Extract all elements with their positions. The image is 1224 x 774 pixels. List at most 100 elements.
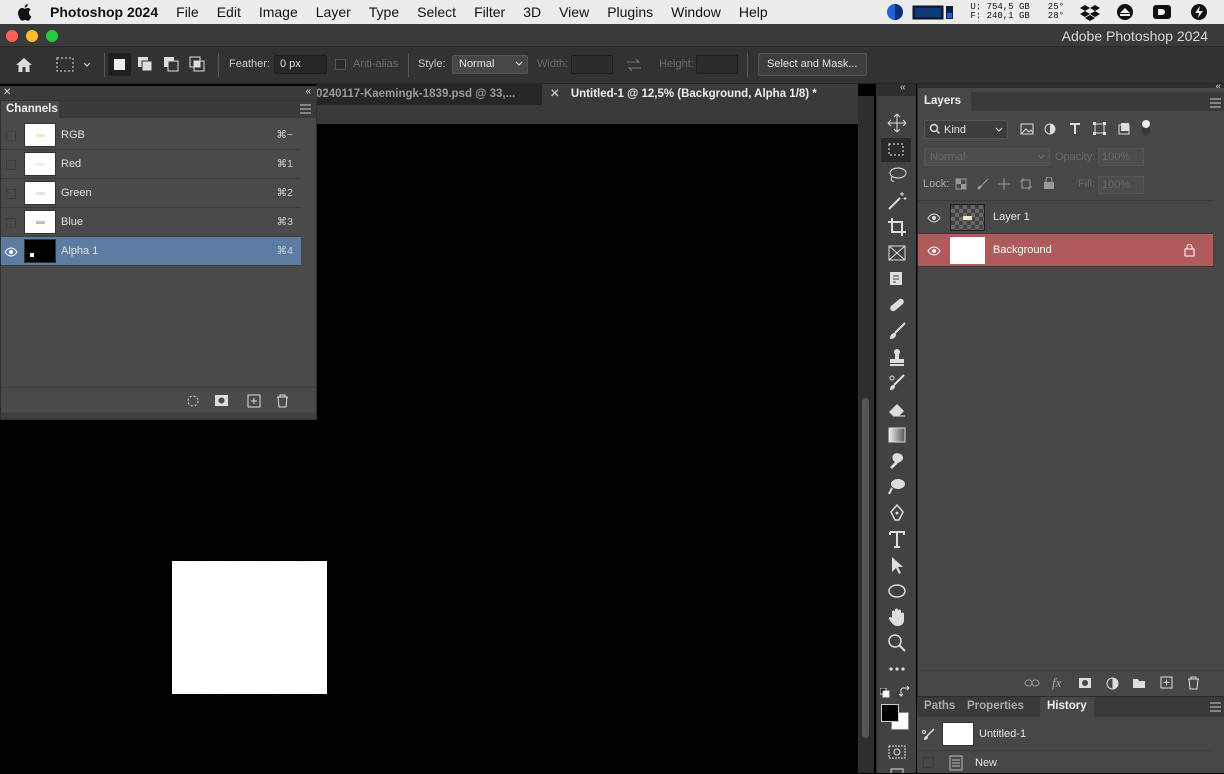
layers-scrollbar[interactable] xyxy=(1213,201,1224,671)
sidecar-status-icon[interactable] xyxy=(1152,3,1172,21)
apple-icon[interactable] xyxy=(0,0,48,24)
menu-edit[interactable]: Edit xyxy=(208,0,250,24)
lock-position-icon[interactable] xyxy=(998,178,1010,190)
collapse-panel-icon[interactable]: « xyxy=(305,86,311,97)
memory-status-icon[interactable] xyxy=(912,3,954,21)
close-window-button[interactable] xyxy=(6,30,18,42)
style-select[interactable]: Normal xyxy=(452,55,528,74)
filter-type-icon[interactable] xyxy=(1069,122,1081,135)
visibility-toggle[interactable] xyxy=(6,189,16,199)
marquee-preset-icon[interactable] xyxy=(56,57,94,73)
screen-mode-icon[interactable] xyxy=(886,766,908,773)
panel-resize-handle[interactable] xyxy=(1,413,316,419)
fill-input[interactable]: 100% xyxy=(1098,176,1144,194)
menu-app-name[interactable]: Photoshop 2024 xyxy=(48,0,167,24)
tab-history[interactable]: History xyxy=(1040,697,1094,717)
filter-shape-icon[interactable] xyxy=(1093,122,1106,135)
hand-tool-icon[interactable] xyxy=(886,606,908,628)
gradient-tool-icon[interactable] xyxy=(886,424,908,446)
tab-untitled-1[interactable]: ✕ Untitled-1 @ 12,5% (Background, Alpha … xyxy=(542,84,858,105)
crop-tool-icon[interactable] xyxy=(886,216,908,238)
eyedropper-tool-icon[interactable] xyxy=(886,268,908,290)
eye-icon[interactable] xyxy=(4,245,18,259)
zoom-tool-icon[interactable] xyxy=(886,632,908,654)
lasso-tool-icon[interactable] xyxy=(886,164,908,186)
channel-row-alpha-1[interactable]: Alpha 1 ⌘4 xyxy=(1,237,301,266)
panel-menu-icon[interactable] xyxy=(300,104,311,114)
history-source-checkbox[interactable] xyxy=(923,757,934,768)
new-group-icon[interactable] xyxy=(1132,677,1146,689)
subtract-from-selection-icon[interactable] xyxy=(163,56,180,73)
intersect-selection-icon[interactable] xyxy=(189,56,206,73)
delete-layer-icon[interactable] xyxy=(1187,676,1200,690)
scrollbar-thumb[interactable] xyxy=(862,398,869,738)
swap-colors-icon[interactable] xyxy=(899,686,911,698)
lock-icon[interactable] xyxy=(1184,244,1195,257)
layer-row-background[interactable]: Background xyxy=(918,234,1213,267)
marquee-selection[interactable] xyxy=(172,561,327,694)
new-adjustment-layer-icon[interactable] xyxy=(1106,677,1119,690)
default-colors-icon[interactable] xyxy=(880,688,890,698)
filter-adjustment-icon[interactable] xyxy=(1044,123,1056,135)
bolt-status-icon[interactable] xyxy=(1190,3,1208,21)
zoom-window-button[interactable] xyxy=(46,30,58,42)
visibility-toggle[interactable] xyxy=(6,218,16,228)
add-to-selection-icon[interactable] xyxy=(137,56,154,73)
visibility-toggle[interactable] xyxy=(6,131,16,141)
home-icon[interactable] xyxy=(14,56,34,74)
menu-window[interactable]: Window xyxy=(662,0,730,24)
menu-type[interactable]: Type xyxy=(360,0,408,24)
move-tool-icon[interactable] xyxy=(886,112,908,134)
lock-all-icon[interactable] xyxy=(1043,177,1055,190)
menu-layer[interactable]: Layer xyxy=(307,0,360,24)
load-selection-icon[interactable] xyxy=(186,394,200,408)
minimize-window-button[interactable] xyxy=(26,30,38,42)
opacity-input[interactable]: 100% xyxy=(1098,148,1144,166)
lock-artboard-icon[interactable] xyxy=(1020,178,1032,190)
collapse-toolbar-icon[interactable]: « xyxy=(900,82,906,93)
globe-status-icon[interactable] xyxy=(886,3,904,21)
smudge-tool-icon[interactable] xyxy=(886,450,908,472)
save-selection-icon[interactable] xyxy=(214,394,229,407)
menu-file[interactable]: File xyxy=(167,0,208,24)
close-panel-icon[interactable]: ✕ xyxy=(3,87,11,98)
menu-help[interactable]: Help xyxy=(730,0,777,24)
tab-properties[interactable]: Properties xyxy=(960,697,1031,717)
channel-row-red[interactable]: Red ⌘1 xyxy=(1,150,301,179)
visibility-toggle[interactable] xyxy=(6,160,16,170)
eye-icon[interactable] xyxy=(927,212,941,224)
fx-icon[interactable]: fx xyxy=(1052,675,1061,691)
blend-mode-select[interactable]: Normal xyxy=(924,148,1050,166)
channel-row-green[interactable]: Green ⌘2 xyxy=(1,179,301,208)
panel-menu-icon[interactable] xyxy=(1210,702,1221,712)
select-and-mask-button[interactable]: Select and Mask... xyxy=(758,53,867,76)
menu-3d[interactable]: 3D xyxy=(514,0,550,24)
menu-image[interactable]: Image xyxy=(250,0,307,24)
history-state-row[interactable]: New xyxy=(917,750,1212,774)
rectangular-marquee-tool-icon[interactable] xyxy=(881,138,911,162)
width-input[interactable] xyxy=(571,55,613,74)
foreground-color-swatch[interactable] xyxy=(881,704,899,722)
menu-plugins[interactable]: Plugins xyxy=(598,0,662,24)
history-brush-tool-icon[interactable] xyxy=(886,372,908,394)
lock-image-icon[interactable] xyxy=(977,178,989,190)
type-tool-icon[interactable] xyxy=(886,528,908,550)
eject-status-icon[interactable] xyxy=(1116,3,1134,21)
height-input[interactable] xyxy=(696,55,738,74)
new-selection-icon[interactable] xyxy=(108,53,131,76)
antialias-checkbox[interactable] xyxy=(335,59,346,70)
canvas[interactable] xyxy=(317,124,858,773)
frame-tool-icon[interactable] xyxy=(886,242,908,264)
feather-input[interactable]: 0 px xyxy=(274,55,327,74)
channel-row-blue[interactable]: Blue ⌘3 xyxy=(1,208,301,237)
channels-tab[interactable]: Channels xyxy=(1,101,59,118)
history-snapshot-row[interactable]: Untitled-1 xyxy=(917,719,1212,750)
healing-brush-tool-icon[interactable] xyxy=(886,294,908,316)
dropbox-icon[interactable] xyxy=(1080,3,1100,21)
clone-stamp-tool-icon[interactable] xyxy=(886,346,908,368)
filter-smart-object-icon[interactable] xyxy=(1118,122,1130,135)
add-mask-icon[interactable] xyxy=(1078,677,1092,689)
delete-channel-icon[interactable] xyxy=(276,394,289,408)
history-brush-source-icon[interactable] xyxy=(921,728,935,742)
close-tab-icon[interactable]: ✕ xyxy=(550,88,560,100)
